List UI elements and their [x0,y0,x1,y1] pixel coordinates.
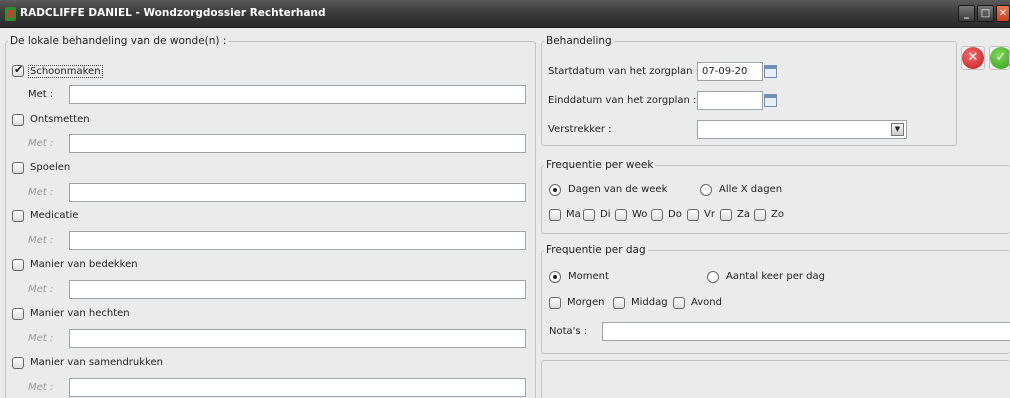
middag-label: Middag [631,297,668,308]
day-vr-label: Vr [704,209,715,220]
frequentie-week-panel: Frequentie per week Dagen van de week Al… [541,159,1010,234]
notas-input[interactable] [602,322,1010,341]
samendrukken-met-label: Met : [28,382,54,393]
hechten-checkbox[interactable] [12,308,24,320]
calendar-icon[interactable] [764,94,777,107]
avond-checkbox[interactable] [673,297,685,309]
cancel-icon: ✕ [962,47,984,69]
lokale-behandeling-panel: De lokale behandeling van de wonde(n) : … [5,35,536,398]
medicatie-label: Medicatie [30,210,79,221]
bedekken-met-input[interactable] [69,280,526,299]
day-di-checkbox[interactable] [583,209,595,221]
bedekken-label: Manier van bedekken [30,259,138,270]
cancel-button[interactable]: ✕ [961,46,985,70]
calendar-icon[interactable] [764,65,777,78]
confirm-icon: ✓ [990,47,1009,69]
day-do-checkbox[interactable] [651,209,663,221]
minimize-button[interactable]: _ [958,5,975,22]
samendrukken-checkbox[interactable] [12,357,24,369]
day-vr-checkbox[interactable] [687,209,699,221]
schoonmaken-met-label: Met : [28,89,54,100]
spoelen-met-input[interactable] [69,183,526,202]
aantal-keer-label: Aantal keer per dag [726,271,825,282]
day-wo-checkbox[interactable] [615,209,627,221]
window-title: RADCLIFFE DANIEL - Wondzorgdossier Recht… [20,7,326,19]
day-za-checkbox[interactable] [720,209,732,221]
ontsmetten-label: Ontsmetten [30,114,90,125]
maximize-button[interactable]: □ [977,5,994,22]
ontsmetten-met-label: Met : [28,138,54,149]
samendrukken-label: Manier van samendrukken [30,357,163,368]
title-bar: RADCLIFFE DANIEL - Wondzorgdossier Recht… [0,0,1010,28]
startdatum-input[interactable]: 07-09-20 [697,62,763,81]
day-ma-checkbox[interactable] [549,209,561,221]
alle-x-dagen-label: Alle X dagen [719,184,783,195]
moment-radio[interactable] [549,271,561,283]
bedekken-checkbox[interactable] [12,259,24,271]
frequentie-dag-legend: Frequentie per dag [544,244,648,256]
schoonmaken-checkbox[interactable] [12,63,24,77]
day-do-label: Do [668,209,682,220]
day-za-label: Za [737,209,750,220]
middag-checkbox[interactable] [613,297,625,309]
verstrekker-label: Verstrekker : [548,124,612,135]
samendrukken-met-input[interactable] [69,378,526,397]
ontsmetten-checkbox[interactable] [12,114,24,126]
main-area: De lokale behandeling van de wonde(n) : … [0,28,1010,398]
morgen-checkbox[interactable] [549,297,561,309]
aantal-keer-radio[interactable] [707,271,719,283]
schoonmaken-met-input[interactable] [69,85,526,104]
hechten-met-input[interactable] [69,329,526,348]
day-wo-label: Wo [632,209,648,220]
einddatum-input[interactable] [697,91,763,110]
spoelen-met-label: Met : [28,187,54,198]
day-di-label: Di [600,209,611,220]
behandeling-legend: Behandeling [544,35,614,47]
ontsmetten-met-input[interactable] [69,134,526,153]
day-zo-checkbox[interactable] [754,209,766,221]
alle-x-dagen-radio[interactable] [700,184,712,196]
spoelen-checkbox[interactable] [12,162,24,174]
lokale-behandeling-legend: De lokale behandeling van de wonde(n) : [8,35,229,47]
hechten-label: Manier van hechten [30,308,130,319]
day-ma-label: Ma [566,209,581,220]
medicatie-met-input[interactable] [69,231,526,250]
medicatie-met-label: Met : [28,235,54,246]
day-zo-label: Zo [771,209,784,220]
notas-label: Nota's : [549,326,588,337]
morgen-label: Morgen [567,297,605,308]
spoelen-label: Spoelen [30,162,71,173]
filler-panel [541,360,1010,398]
avond-label: Avond [691,297,722,308]
dagen-van-de-week-label: Dagen van de week [568,184,668,195]
einddatum-label: Einddatum van het zorgplan : [548,95,697,106]
startdatum-label: Startdatum van het zorgplan : [548,66,700,77]
hechten-met-label: Met : [28,333,54,344]
frequentie-week-legend: Frequentie per week [544,159,656,171]
frequentie-dag-panel: Frequentie per dag Moment Aantal keer pe… [541,244,1010,354]
chevron-down-icon[interactable]: ▼ [891,123,904,136]
behandeling-panel: Behandeling Startdatum van het zorgplan … [541,35,957,146]
confirm-button[interactable]: ✓ [989,46,1010,70]
close-window-button[interactable]: ✕ [996,5,1010,22]
bedekken-met-label: Met : [28,284,54,295]
dagen-van-de-week-radio[interactable] [549,184,561,196]
moment-label: Moment [568,271,609,282]
verstrekker-select[interactable] [697,120,907,139]
medicatie-checkbox[interactable] [12,210,24,222]
schoonmaken-label[interactable]: Schoonmaken [28,65,103,78]
app-icon [5,7,16,21]
